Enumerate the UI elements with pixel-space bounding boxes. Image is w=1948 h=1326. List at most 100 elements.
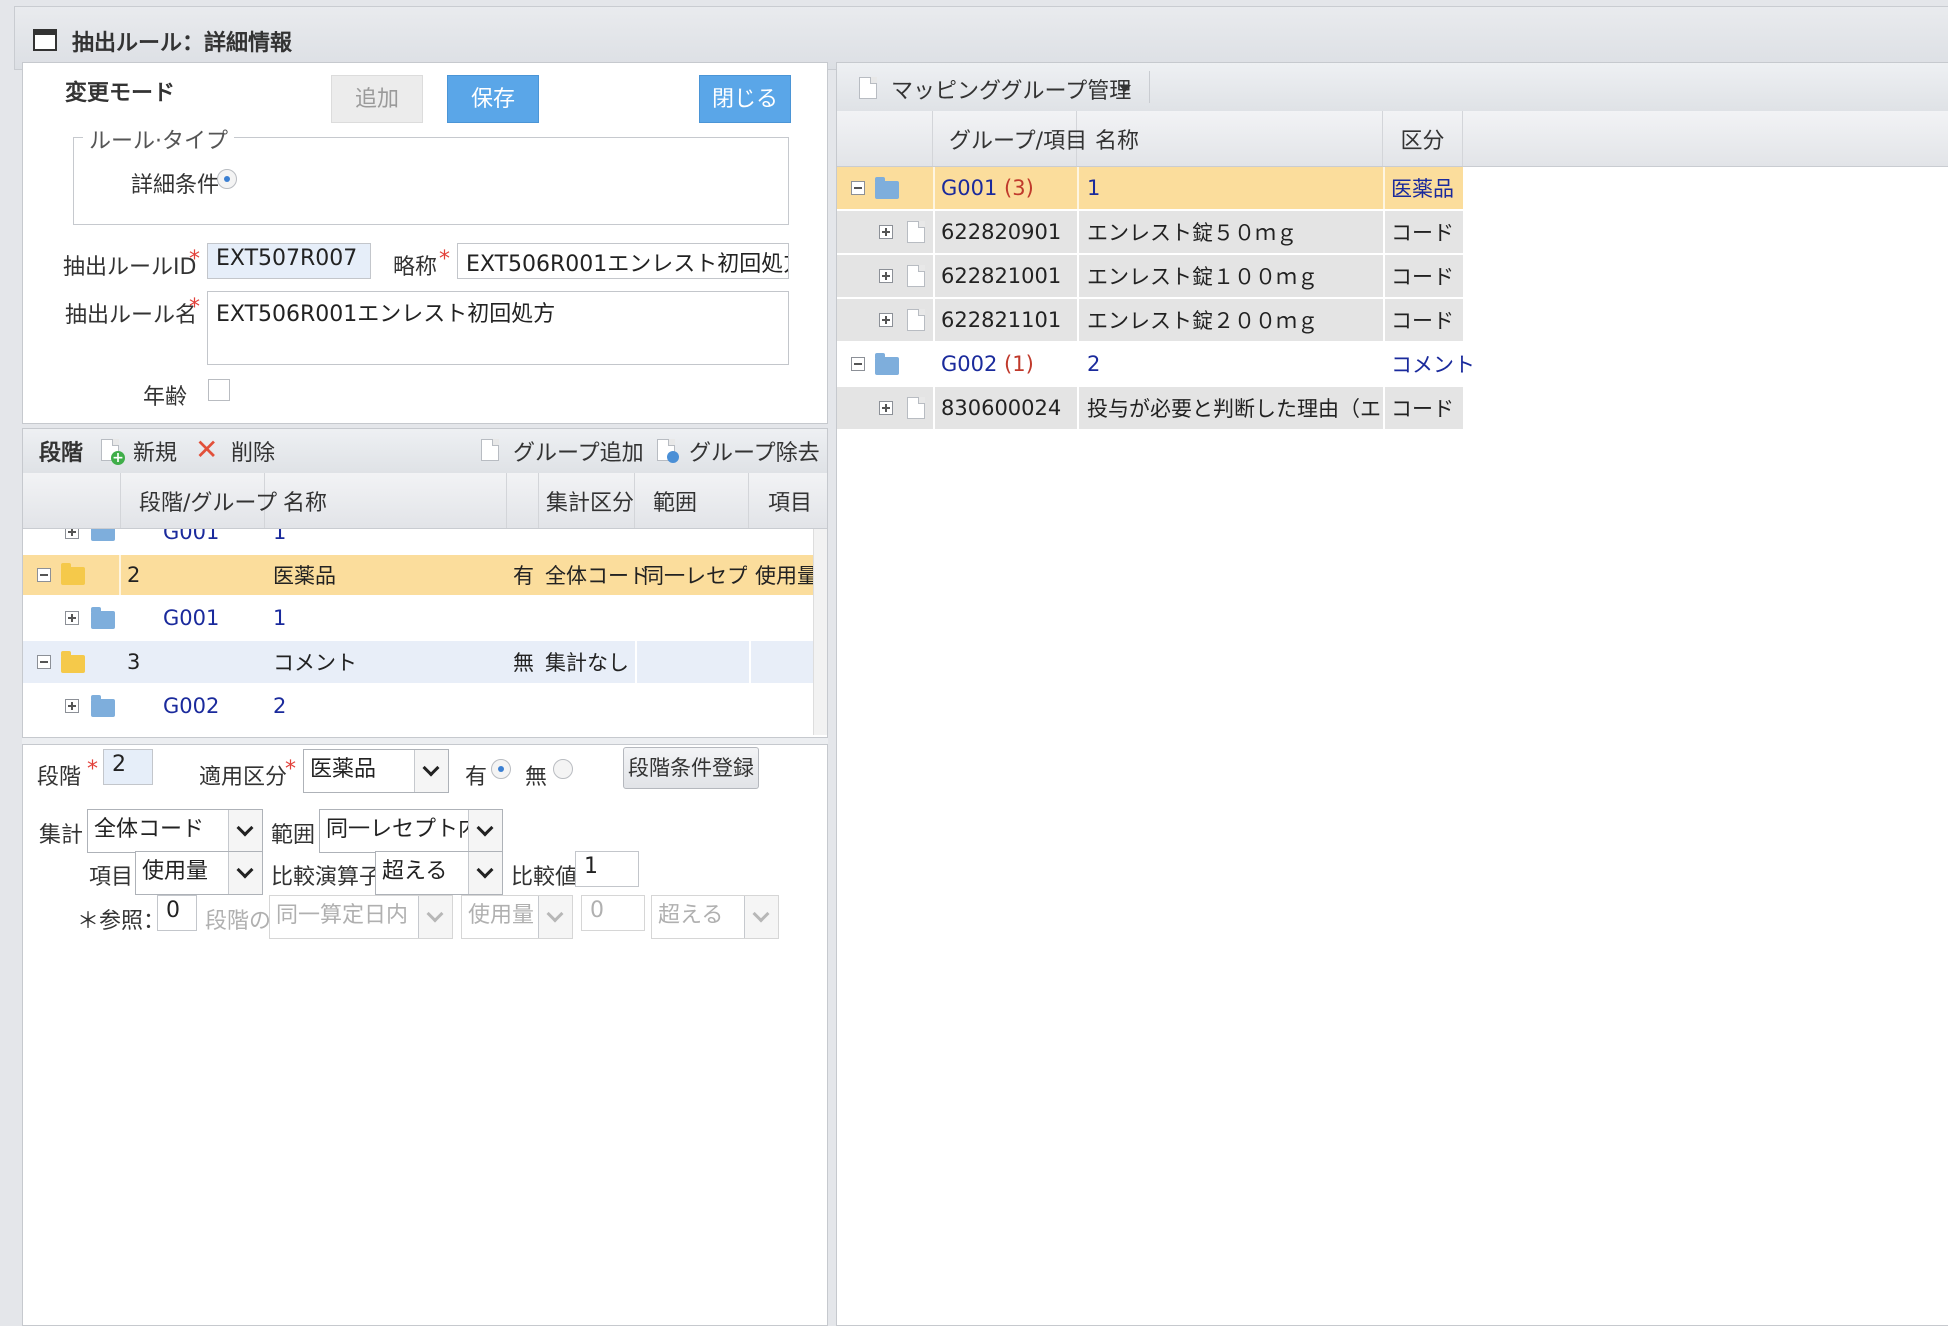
delete-button[interactable]: ✕ 削除 <box>195 433 279 467</box>
agg-select[interactable]: 全体コード <box>87 809 263 853</box>
expand-icon[interactable] <box>65 529 79 539</box>
abbr-field[interactable]: EXT506R001エンレスト初回処方 <box>457 243 789 279</box>
cell-divider <box>1077 299 1079 341</box>
mapping-col-name[interactable]: 名称 <box>1077 111 1383 166</box>
mapping-toolbar: マッピンググループ管理 <box>837 63 1948 111</box>
item-doc-icon <box>907 309 925 331</box>
mapping-row[interactable]: 622820901 エンレスト錠５０ｍｇ コード <box>837 211 1463 253</box>
collapse-icon[interactable] <box>37 655 51 669</box>
expand-icon[interactable] <box>65 699 79 713</box>
folder-icon <box>91 695 115 717</box>
stage-number-field[interactable]: 2 <box>103 749 153 785</box>
agg-select-value: 全体コード <box>94 817 205 842</box>
operator-select[interactable]: 超える <box>375 851 503 895</box>
compare-value-field[interactable]: 1 <box>575 851 639 887</box>
mode-label: 変更モード <box>65 81 176 106</box>
group-remove-arrow-icon <box>667 451 679 463</box>
mapping-row-selected[interactable]: G001 (3) 1 医薬品 <box>837 167 1463 209</box>
stage-col-flag <box>507 473 539 528</box>
range-cell: 同一レセプト <box>643 564 747 588</box>
mapping-col-kind[interactable]: 区分 <box>1383 111 1463 166</box>
collapse-icon[interactable] <box>37 568 51 582</box>
table-row[interactable]: G002 2 <box>23 685 813 727</box>
chevron-down-icon <box>744 896 778 938</box>
reference-label: ＊参照： <box>77 909 166 934</box>
table-row[interactable]: G001 1 <box>23 597 813 639</box>
no-radio[interactable] <box>553 759 573 779</box>
kind-cell: コード <box>1391 221 1454 245</box>
mapping-title[interactable]: マッピンググループ管理 <box>891 73 1131 105</box>
new-plus-icon: + <box>111 450 125 466</box>
rule-name-field[interactable]: EXT506R001エンレスト初回処方 <box>207 291 789 365</box>
kind-cell: 医薬品 <box>1391 177 1454 201</box>
agg-cell: 集計なし <box>545 651 629 675</box>
range-select[interactable]: 同一レセプト内 <box>319 809 503 853</box>
name-cell: エンレスト錠２００ｍｇ <box>1087 309 1318 333</box>
cell-divider <box>1383 211 1385 253</box>
chevron-down-icon <box>228 810 262 852</box>
name-cell: 2 <box>273 694 287 718</box>
item-select-value: 使用量 <box>142 859 209 884</box>
expand-icon[interactable] <box>65 611 79 625</box>
cell-divider <box>1383 299 1385 341</box>
group-add-button[interactable]: グループ追加 <box>477 433 644 467</box>
collapse-icon[interactable] <box>851 357 865 371</box>
name-cell: コメント <box>273 651 357 675</box>
stage-col-item[interactable]: 項目 <box>749 473 827 528</box>
reference-period-value: 同一算定日内 <box>276 903 409 928</box>
name-cell: 投与が必要と判断した理由（エンレスト <box>1087 397 1383 421</box>
stage-cell: G001 <box>163 606 220 630</box>
register-button[interactable]: 段階条件登録 <box>623 747 759 789</box>
group-cell: G002 (1) <box>941 343 1034 385</box>
stage-col-name[interactable]: 名称 <box>265 473 507 528</box>
mapping-doc-icon <box>859 77 877 99</box>
cell-divider <box>1383 255 1385 297</box>
yes-radio[interactable] <box>491 759 511 779</box>
rule-name-required-mark: * <box>189 295 200 320</box>
mapping-row[interactable]: G002 (1) 2 コメント <box>837 343 1475 385</box>
expand-icon[interactable] <box>879 225 893 239</box>
add-button[interactable]: 追加 <box>331 75 423 123</box>
expand-icon[interactable] <box>879 313 893 327</box>
stage-panel: 段階 + 新規 ✕ 削除 グループ追加 グループ除去 段階/グループ 名称 集計… <box>22 428 828 738</box>
table-row[interactable]: G001 1 <box>23 529 813 553</box>
stage-col-stage[interactable]: 段階/グループ <box>121 473 277 528</box>
group-remove-button[interactable]: グループ除去 <box>653 433 820 467</box>
name-cell: エンレスト錠１００ｍｇ <box>1087 265 1318 289</box>
chevron-down-icon <box>468 810 502 852</box>
reference-value-field[interactable]: 0 <box>157 895 197 931</box>
caret-down-icon[interactable] <box>1119 85 1131 92</box>
expand-icon[interactable] <box>879 269 893 283</box>
stage-col-agg[interactable]: 集計区分 <box>539 473 635 528</box>
reference-item-select: 使用量 <box>461 895 573 939</box>
rule-id-field[interactable]: EXT507R007 <box>207 243 371 279</box>
save-button[interactable]: 保存 <box>447 75 539 123</box>
item-select[interactable]: 使用量 <box>135 851 263 895</box>
rule-id-label: 抽出ルールID <box>63 255 197 280</box>
table-row[interactable]: 3 コメント 無 集計なし <box>23 641 813 683</box>
expand-icon[interactable] <box>879 401 893 415</box>
mapping-row[interactable]: 622821101 エンレスト錠２００ｍｇ コード <box>837 299 1463 341</box>
rule-name-label: 抽出ルール名 <box>65 303 198 328</box>
kind-cell: コード <box>1391 265 1454 289</box>
name-cell: エンレスト錠５０ｍｇ <box>1087 221 1297 245</box>
apply-select[interactable]: 医薬品 <box>303 749 449 793</box>
rule-type-detail-radio[interactable] <box>217 169 237 189</box>
mapping-row[interactable]: 830600024 投与が必要と判断した理由（エンレスト コード <box>837 387 1463 429</box>
new-button[interactable]: + 新規 <box>99 433 179 467</box>
toolbar-divider <box>1149 71 1150 103</box>
collapse-icon[interactable] <box>851 181 865 195</box>
mapping-col-group[interactable]: グループ/項目 <box>933 111 1087 166</box>
stage-toolbar-title: 段階 <box>39 441 84 466</box>
group-count: (3) <box>1004 176 1034 200</box>
close-button[interactable]: 閉じる <box>699 75 791 123</box>
mapping-row[interactable]: 622821001 エンレスト錠１００ｍｇ コード <box>837 255 1463 297</box>
stage-grid-scrollbar[interactable] <box>813 529 827 735</box>
age-checkbox[interactable] <box>208 379 230 401</box>
mapping-grid-header: グループ/項目 名称 区分 <box>837 111 1948 167</box>
delete-button-label: 削除 <box>231 441 276 466</box>
stage-col-range[interactable]: 範囲 <box>635 473 749 528</box>
code-cell: 830600024 <box>941 396 1062 420</box>
table-row-selected[interactable]: 2 医薬品 有 全体コード 同一レセプト 使用量 <box>23 555 813 595</box>
reference-period-select: 同一算定日内 <box>269 895 453 939</box>
